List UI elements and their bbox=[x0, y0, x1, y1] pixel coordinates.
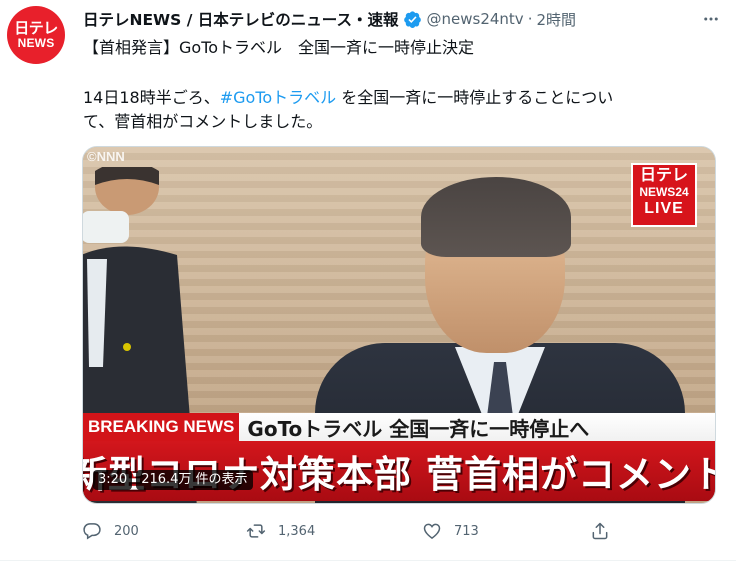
video-duration: 3:20 bbox=[93, 470, 133, 490]
verified-badge-icon bbox=[403, 10, 421, 28]
share-icon bbox=[592, 522, 608, 540]
nnn-watermark: ©NNN bbox=[87, 149, 125, 164]
retweet-count: 1,364 bbox=[278, 523, 316, 539]
account-name[interactable]: 日テレNEWS / 日本テレビのニュース・速報 bbox=[83, 8, 399, 30]
logo-line1: 日テレ bbox=[639, 165, 688, 184]
video-player[interactable]: ©NNN 日テレ NEWS24 LIVE BREAKING NEWS GoToト… bbox=[82, 146, 716, 504]
ticker-headline: GoToトラベル 全国一斉に一時停止へ bbox=[247, 416, 590, 441]
ntv-news24-live-logo: 日テレ NEWS24 LIVE bbox=[631, 163, 697, 227]
reply-count: 200 bbox=[114, 523, 139, 539]
tweet-divider bbox=[0, 560, 736, 561]
reply-icon bbox=[83, 523, 101, 540]
more-icon[interactable] bbox=[700, 8, 722, 30]
account-handle[interactable]: @news24ntv bbox=[427, 10, 524, 28]
tweet-header: 日テレNEWS / 日本テレビのニュース・速報 @news24ntv · 2時間 bbox=[83, 8, 576, 30]
tweet-timestamp[interactable]: 2時間 bbox=[536, 9, 576, 30]
avatar-logo-line1: 日テレ bbox=[14, 19, 58, 37]
breaking-news-label: BREAKING NEWS bbox=[83, 413, 240, 441]
avatar-logo-line2: NEWS bbox=[17, 36, 55, 50]
logo-line2: NEWS24 bbox=[639, 185, 689, 199]
like-button[interactable]: 713 bbox=[422, 518, 479, 544]
tweet-text-line3: て、菅首相がコメントしました。 bbox=[83, 112, 323, 131]
tweet-card[interactable]: 日テレ NEWS 日テレNEWS / 日本テレビのニュース・速報 @news24… bbox=[0, 0, 736, 564]
share-button[interactable] bbox=[590, 518, 610, 544]
speaker-hair bbox=[421, 177, 571, 257]
retweet-icon bbox=[246, 524, 266, 538]
tweet-text-line2: 14日18時半ごろ、#GoToトラベル を全国一斉に一時停止することについ bbox=[83, 86, 613, 110]
logo-line3: LIVE bbox=[644, 200, 684, 217]
reply-button[interactable]: 200 bbox=[82, 518, 139, 544]
like-icon bbox=[423, 523, 441, 539]
news-ticker-top: BREAKING NEWS GoToトラベル 全国一斉に一時停止へ bbox=[83, 413, 715, 441]
retweet-button[interactable]: 1,364 bbox=[246, 518, 315, 544]
like-count: 713 bbox=[454, 523, 479, 539]
view-count: 216.4万 件の表示 bbox=[136, 470, 253, 490]
tweet-text-prefix: 14日18時半ごろ、 bbox=[83, 88, 220, 107]
avatar[interactable]: 日テレ NEWS bbox=[7, 6, 65, 64]
tweet-text-suffix: を全国一斉に一時停止することについ bbox=[336, 88, 614, 107]
header-separator: · bbox=[527, 10, 533, 28]
hashtag-link[interactable]: #GoToトラベル bbox=[220, 88, 336, 107]
tweet-text-line1: 【首相発言】GoToトラベル 全国一斉に一時停止決定 bbox=[83, 38, 475, 57]
video-info: 3:20 216.4万 件の表示 bbox=[93, 469, 253, 491]
more-dots bbox=[704, 17, 718, 21]
